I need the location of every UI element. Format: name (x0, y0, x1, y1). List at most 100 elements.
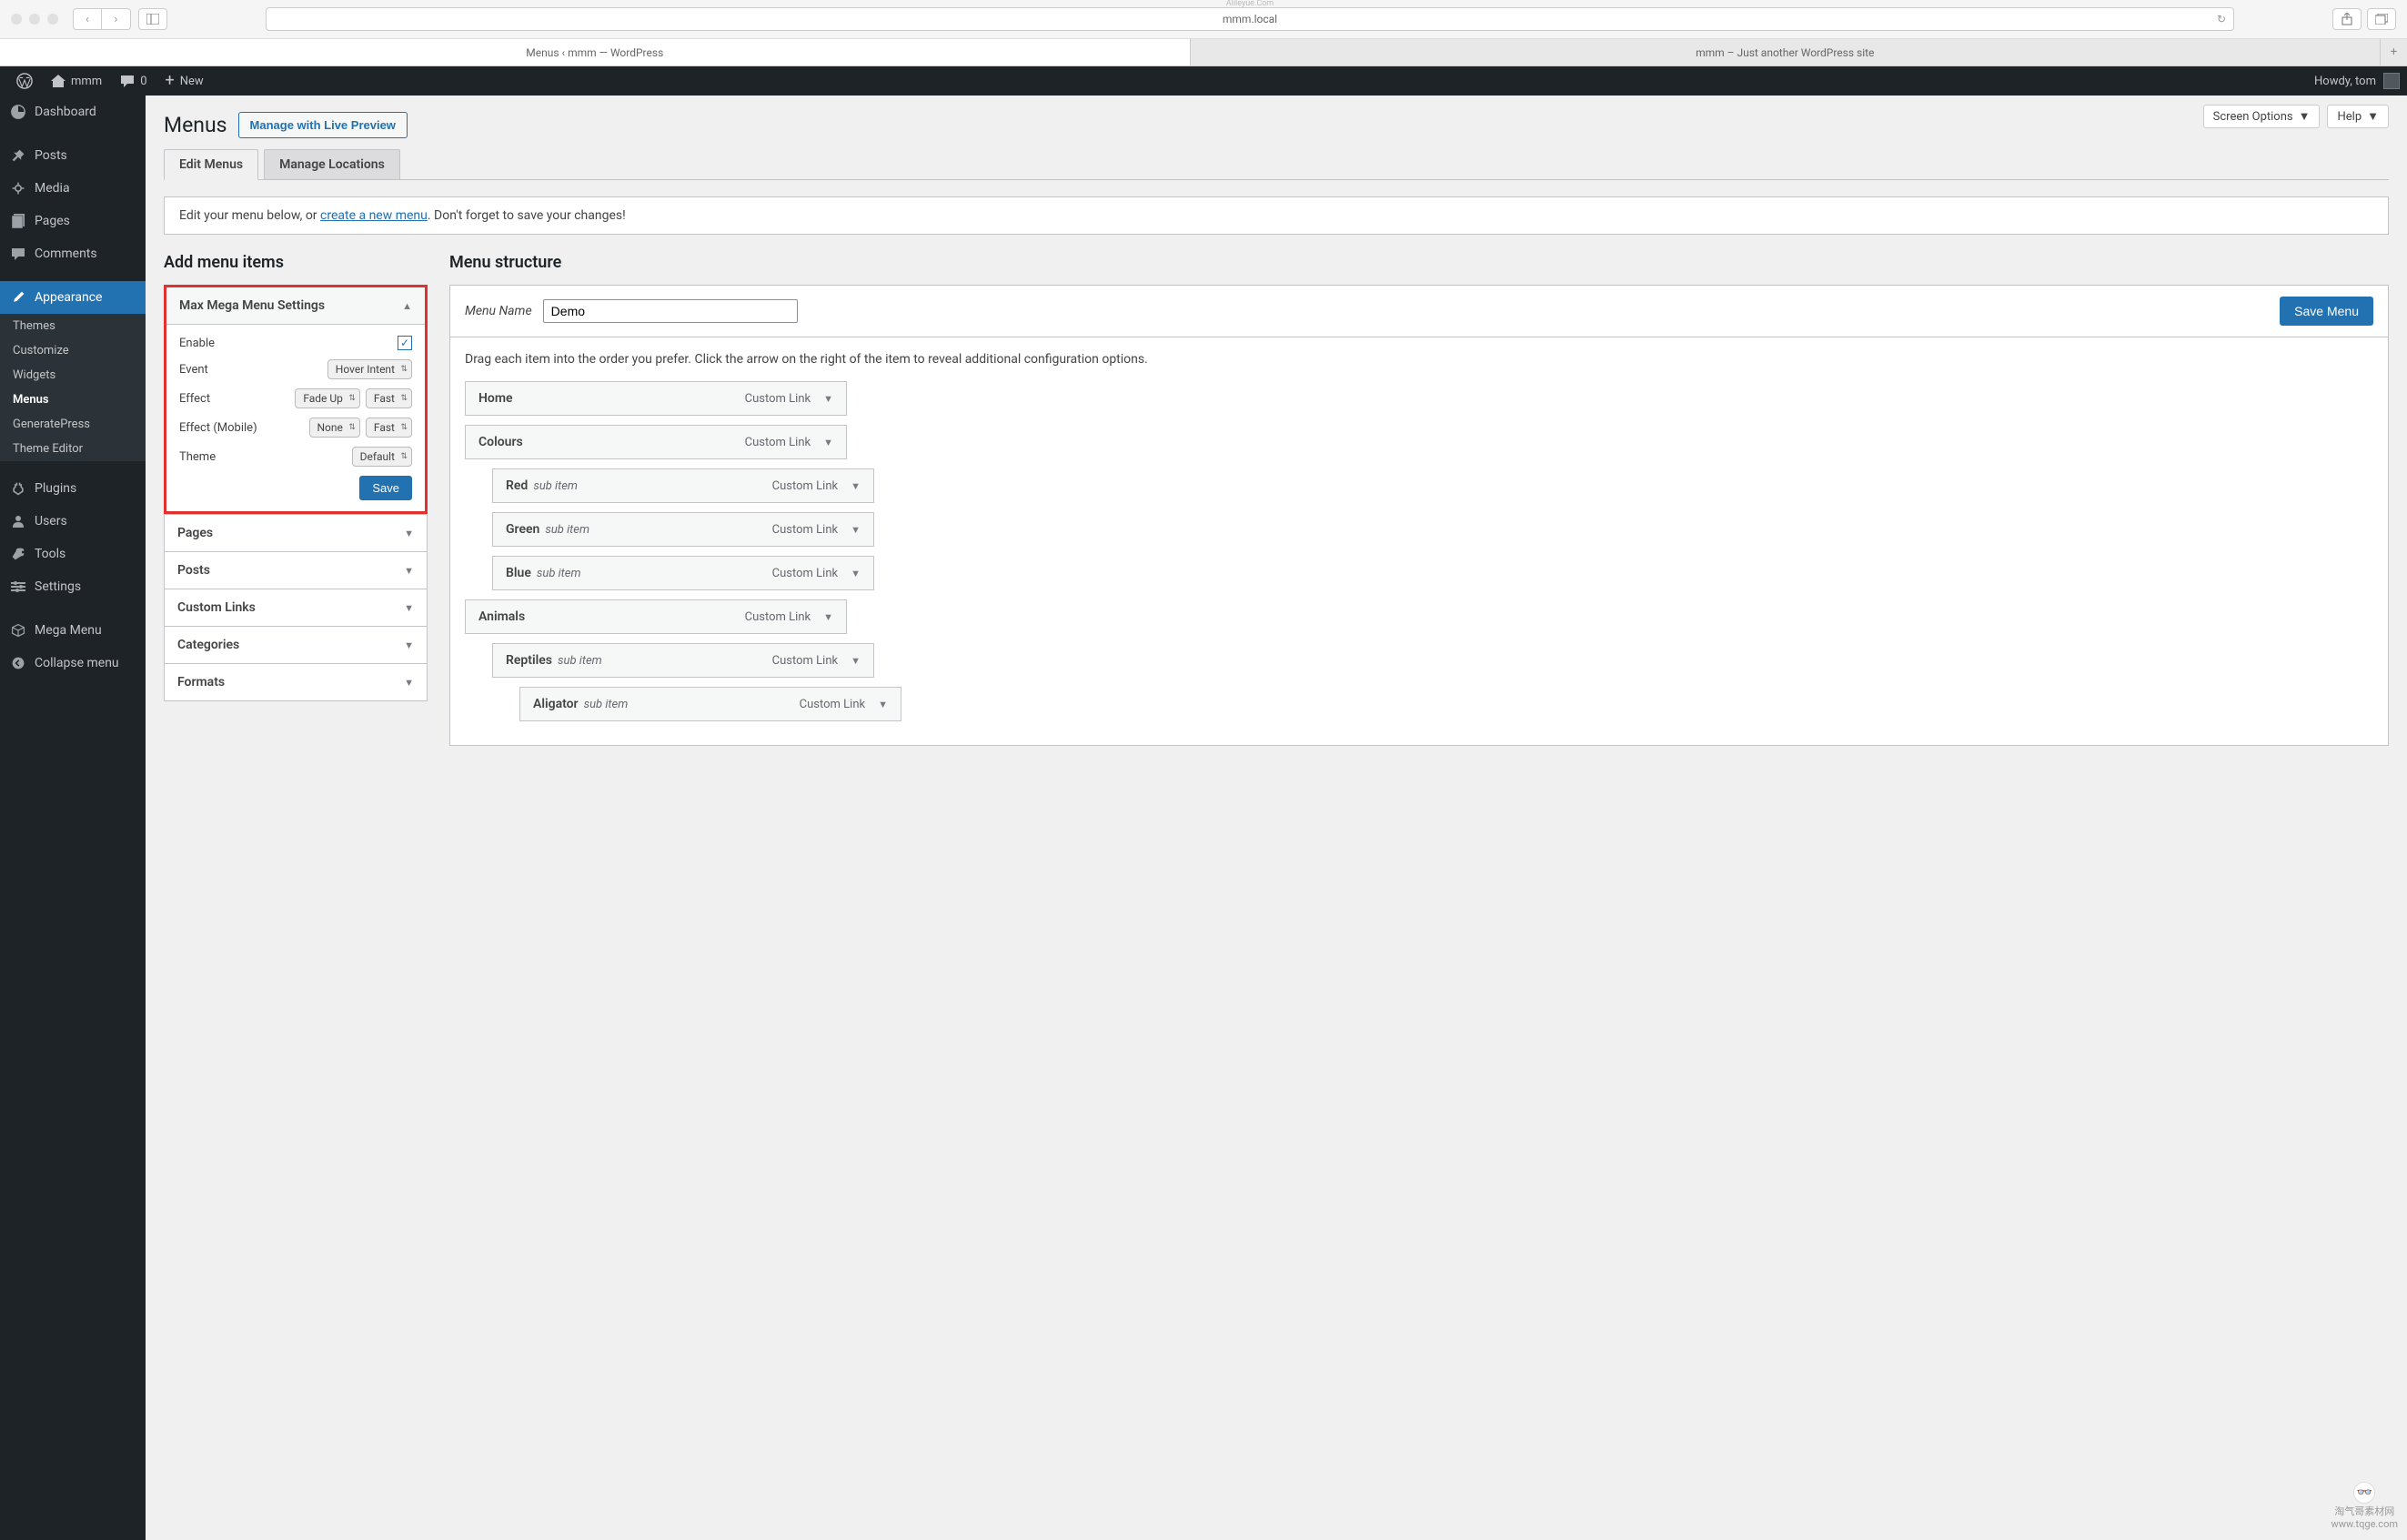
sidebar-collapse[interactable]: Collapse menu (0, 647, 146, 679)
chevron-down-icon[interactable]: ▼ (851, 568, 861, 579)
watermark-top: Alileyue.Com (1226, 0, 1274, 8)
tabs-button[interactable] (2367, 8, 2396, 30)
site-name-link[interactable]: mmm (42, 66, 111, 96)
tab-manage-locations[interactable]: Manage Locations (264, 149, 400, 179)
help-button[interactable]: Help ▼ (2327, 105, 2389, 128)
sidebar-themes[interactable]: Themes (0, 314, 146, 338)
wrench-icon (9, 545, 27, 563)
pages-panel-header[interactable]: Pages ▼ (165, 514, 427, 551)
browser-tab-1[interactable]: Menus ‹ mmm — WordPress (0, 38, 1190, 65)
sidebar-label: Posts (35, 148, 67, 163)
menu-name-label: Menu Name (465, 304, 532, 318)
menu-item[interactable]: Greensub itemCustom Link▼ (492, 512, 874, 547)
posts-panel-header[interactable]: Posts ▼ (165, 551, 427, 589)
mm-enable-checkbox[interactable]: ✓ (398, 336, 412, 350)
chevron-down-icon[interactable]: ▼ (823, 393, 833, 405)
add-menu-items: Add menu items Max Mega Menu Settings ▲ … (164, 253, 428, 746)
sidebar-users[interactable]: Users (0, 505, 146, 538)
sidebar-label: Tools (35, 547, 65, 561)
site-name: mmm (71, 75, 102, 88)
greeting[interactable]: Howdy, tom (2314, 75, 2376, 88)
mm-save-button[interactable]: Save (359, 476, 412, 500)
chevron-down-icon[interactable]: ▼ (851, 655, 861, 667)
mm-panel-header[interactable]: Max Mega Menu Settings ▲ (166, 287, 425, 325)
menu-item[interactable]: Bluesub itemCustom Link▼ (492, 556, 874, 590)
chevron-down-icon[interactable]: ▼ (851, 524, 861, 536)
new-tab-button[interactable]: + (2380, 38, 2407, 65)
chevron-down-icon[interactable]: ▼ (823, 437, 833, 448)
custom-links-panel-header[interactable]: Custom Links ▼ (165, 589, 427, 626)
chevron-down-icon[interactable]: ▼ (823, 611, 833, 623)
sidebar-appearance[interactable]: Appearance (0, 281, 146, 314)
sidebar-pages[interactable]: Pages (0, 205, 146, 237)
live-preview-button[interactable]: Manage with Live Preview (238, 112, 408, 138)
mm-effect-select[interactable]: Fade Up (295, 388, 360, 408)
new-link[interactable]: + New (156, 66, 213, 96)
reload-icon[interactable]: ↻ (2217, 13, 2226, 25)
menu-item[interactable]: Colours Custom Link ▼ (465, 425, 847, 459)
mm-effect-speed-select[interactable]: Fast (366, 388, 412, 408)
url-text: mmm.local (1223, 13, 1277, 25)
sidebar-posts[interactable]: Posts (0, 139, 146, 172)
sidebar-tools[interactable]: Tools (0, 538, 146, 570)
sidebar-toggle[interactable] (138, 8, 167, 30)
chevron-down-icon: ▼ (404, 602, 414, 614)
sidebar-comments[interactable]: Comments (0, 237, 146, 270)
chevron-down-icon[interactable]: ▼ (851, 480, 861, 492)
wp-logo[interactable] (7, 66, 42, 96)
chevron-down-icon[interactable]: ▼ (878, 699, 888, 710)
mm-effect-mobile-speed-select[interactable]: Fast (366, 418, 412, 438)
top-buttons: Screen Options ▼ Help ▼ (2203, 96, 2389, 128)
mm-event-select[interactable]: Hover Intent (327, 359, 412, 379)
wp-content: Screen Options ▼ Help ▼ Menus Manage wit… (146, 96, 2407, 1540)
avatar[interactable] (2383, 73, 2400, 89)
tab-edit-menus[interactable]: Edit Menus (164, 149, 258, 180)
menu-item-sub: sub item (584, 698, 629, 711)
menu-item[interactable]: Aligatorsub itemCustom Link▼ (519, 687, 901, 721)
formats-panel-header[interactable]: Formats ▼ (165, 663, 427, 700)
nav-tabs: Edit Menus Manage Locations (164, 149, 2389, 180)
formats-panel-title: Formats (177, 675, 225, 689)
mm-effect-mobile-select[interactable]: None (309, 418, 360, 438)
menu-item[interactable]: AnimalsCustom Link▼ (465, 599, 847, 634)
menu-item-type: Custom Link (745, 436, 811, 449)
sidebar-mega-menu[interactable]: Mega Menu (0, 614, 146, 647)
max-mega-menu-panel: Max Mega Menu Settings ▲ Enable ✓ Event … (164, 285, 428, 514)
minimize-window[interactable] (29, 14, 40, 25)
sidebar-generatepress[interactable]: GeneratePress (0, 412, 146, 437)
sidebar-customize[interactable]: Customize (0, 338, 146, 363)
sidebar-dashboard[interactable]: Dashboard (0, 96, 146, 128)
menu-name-input[interactable] (543, 299, 798, 323)
sidebar-theme-editor[interactable]: Theme Editor (0, 437, 146, 461)
chevron-up-icon: ▲ (402, 300, 412, 312)
menu-item-title: Home (478, 391, 513, 406)
forward-button[interactable]: › (102, 8, 131, 30)
menu-item[interactable]: Redsub itemCustom Link▼ (492, 468, 874, 503)
categories-panel-header[interactable]: Categories ▼ (165, 626, 427, 663)
sidebar-widgets[interactable]: Widgets (0, 363, 146, 388)
menu-item-title: Animals (478, 609, 525, 624)
screen-options-button[interactable]: Screen Options ▼ (2203, 105, 2321, 128)
sidebar-media[interactable]: Media (0, 172, 146, 205)
address-bar[interactable]: Alileyue.Com mmm.local ↻ (266, 7, 2234, 31)
browser-tab-2[interactable]: mmm – Just another WordPress site (1190, 38, 2381, 65)
traffic-lights (11, 14, 58, 25)
share-button[interactable] (2332, 8, 2362, 30)
close-window[interactable] (11, 14, 22, 25)
mm-theme-select[interactable]: Default (352, 447, 412, 467)
custom-links-panel-title: Custom Links (177, 600, 256, 615)
sidebar-plugins[interactable]: Plugins (0, 472, 146, 505)
sidebar-settings[interactable]: Settings (0, 570, 146, 603)
menu-item[interactable]: Reptilessub itemCustom Link▼ (492, 643, 874, 678)
back-button[interactable]: ‹ (73, 8, 102, 30)
save-menu-button[interactable]: Save Menu (2280, 297, 2373, 326)
pages-panel-title: Pages (177, 526, 213, 540)
create-menu-link[interactable]: create a new menu (320, 208, 428, 223)
adminbar-right: Howdy, tom (2314, 73, 2400, 89)
sidebar-menus[interactable]: Menus (0, 388, 146, 412)
info-suffix: . Don't forget to save your changes! (428, 208, 626, 223)
maximize-window[interactable] (47, 14, 58, 25)
menu-item-title: Colours (478, 435, 523, 449)
comments-link[interactable]: 0 (111, 66, 156, 96)
menu-item[interactable]: HomeCustom Link▼ (465, 381, 847, 416)
